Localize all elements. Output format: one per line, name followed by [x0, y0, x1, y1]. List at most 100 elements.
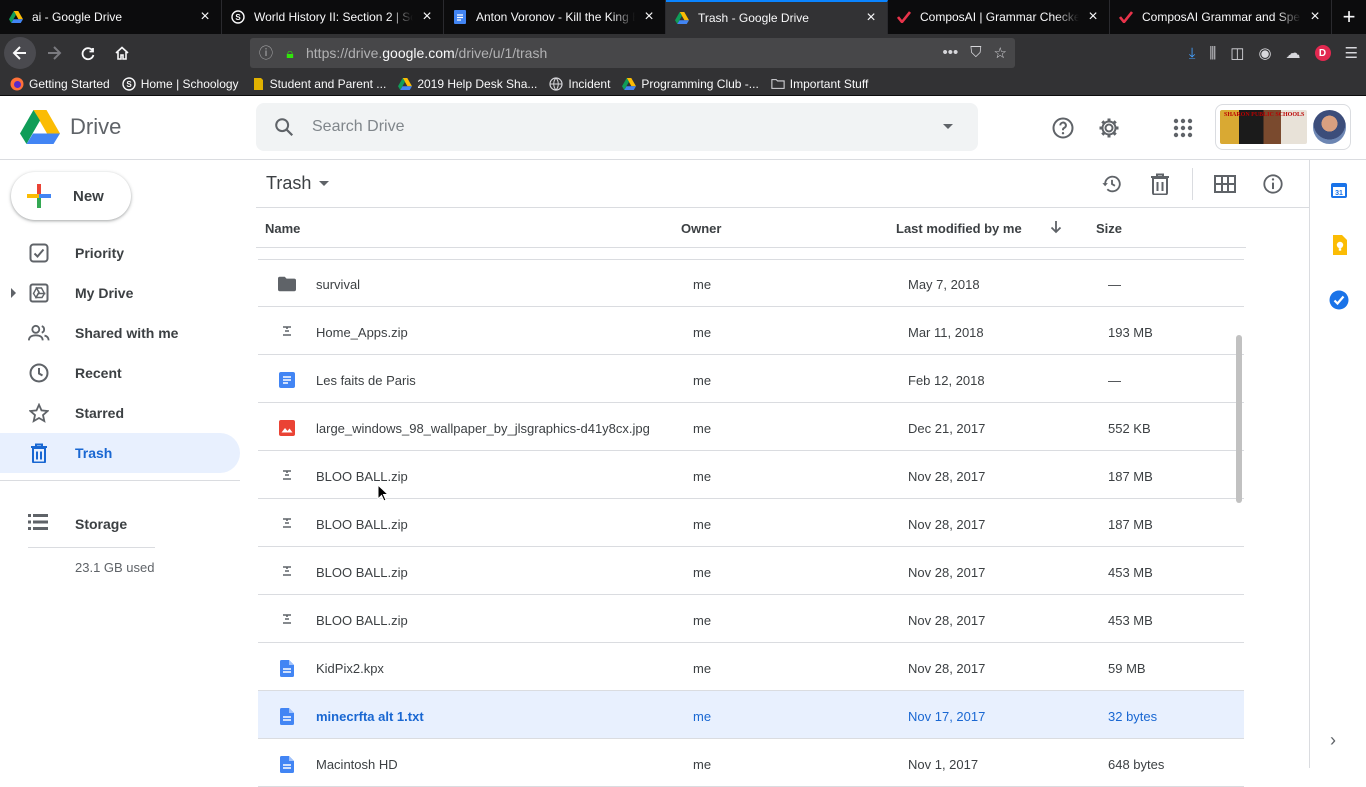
close-icon[interactable]: ×: [197, 8, 213, 26]
apps-grid-icon[interactable]: [1167, 112, 1199, 144]
sidebar-item-priority[interactable]: Priority: [0, 233, 240, 273]
browser-tab[interactable]: ComposAI Grammar and Spell Checker ×: [1110, 0, 1332, 34]
sidebar-toggle-icon[interactable]: ◫: [1230, 44, 1244, 62]
breadcrumb[interactable]: Trash: [266, 173, 330, 194]
new-tab-button[interactable]: +: [1332, 0, 1366, 34]
table-row[interactable]: minecrfta alt 1.txt me Nov 17, 2017 32 byte…: [258, 691, 1244, 739]
bookmark-label: Programming Club -...: [641, 76, 759, 91]
column-header-modified[interactable]: Last modified by me: [896, 221, 1022, 236]
search-input[interactable]: [312, 118, 918, 136]
avatar[interactable]: [1312, 110, 1346, 144]
toolbar-divider: [1192, 168, 1193, 200]
forward-button[interactable]: [38, 37, 70, 69]
sort-arrow-down-icon[interactable]: [1049, 220, 1063, 237]
new-button[interactable]: New: [11, 172, 131, 220]
file-name: Home_Apps.zip: [316, 325, 408, 340]
browser-tab[interactable]: Anton Voronov - Kill the King EP ×: [444, 0, 666, 34]
browser-tab[interactable]: S World History II: Section 2 | Schoology…: [222, 0, 444, 34]
sidebar-item-trash[interactable]: Trash: [0, 433, 240, 473]
browser-tab[interactable]: ComposAI | Grammar Checker ×: [888, 0, 1110, 34]
table-row[interactable]: BLOO BALL.zip me Nov 28, 2017 453 MB: [258, 595, 1244, 643]
close-icon[interactable]: ×: [863, 9, 879, 27]
library-icon[interactable]: ⫼: [1209, 45, 1216, 62]
url-bar[interactable]: ⓘ 🔒︎ https://drive. google.com/drive/u/1/…: [250, 38, 1015, 68]
column-header-owner[interactable]: Owner: [681, 221, 721, 236]
file-modified: Nov 28, 2017: [908, 613, 986, 628]
help-icon[interactable]: [1047, 112, 1079, 144]
svg-text:S: S: [235, 13, 241, 22]
close-icon[interactable]: ×: [1307, 8, 1323, 26]
column-header-name[interactable]: Name: [265, 221, 300, 236]
expand-arrow-icon[interactable]: [11, 288, 16, 298]
search-icon[interactable]: [256, 116, 312, 138]
page-actions-icon[interactable]: •••: [943, 44, 959, 62]
sidebar-item-my-drive[interactable]: My Drive: [0, 273, 240, 313]
bookmark-item[interactable]: S Home | Schoology: [122, 77, 239, 91]
table-row[interactable]: Home_Apps.zip me Mar 11, 2018 193 MB: [258, 307, 1244, 355]
profile-badge[interactable]: D: [1314, 45, 1331, 61]
menu-hamburger-icon[interactable]: ☰: [1345, 44, 1358, 62]
sidebar-item-shared-with-me[interactable]: Shared with me: [0, 313, 240, 353]
file-owner: me: [693, 661, 712, 676]
browser-tab[interactable]: Trash - Google Drive ×: [666, 0, 888, 34]
pocket-icon[interactable]: ⛉: [970, 44, 981, 62]
file-size: 193 MB: [1108, 325, 1153, 340]
bookmark-item[interactable]: Incident: [549, 77, 610, 91]
restore-history-icon[interactable]: [1100, 172, 1124, 196]
tasks-check-icon[interactable]: [1329, 290, 1349, 310]
delete-forever-icon[interactable]: [1148, 172, 1172, 196]
account-switcher[interactable]: SHARON PUBLIC SCHOOLS: [1215, 104, 1351, 150]
tab-title: ComposAI | Grammar Checker: [920, 10, 1079, 24]
search-bar[interactable]: [256, 103, 978, 151]
close-icon[interactable]: ×: [1085, 8, 1101, 26]
reload-button[interactable]: [72, 37, 104, 69]
account-circle-icon[interactable]: ◉: [1258, 44, 1271, 62]
scrollbar-thumb[interactable]: [1236, 335, 1242, 503]
info-icon[interactable]: ⓘ: [258, 43, 274, 63]
info-details-icon[interactable]: [1261, 172, 1285, 196]
bookmark-item[interactable]: Getting Started: [10, 77, 110, 91]
folder-icon: [771, 77, 785, 91]
table-row[interactable]: BLOO BALL.zip me Nov 28, 2017 187 MB: [258, 451, 1244, 499]
bookmarks-bar: Getting Started S Home | Schoology Student …: [0, 72, 1366, 96]
home-button[interactable]: [106, 37, 138, 69]
storage-label: Storage: [75, 515, 128, 532]
close-icon[interactable]: ×: [419, 8, 435, 26]
bookmark-item[interactable]: 2019 Help Desk Sha...: [398, 77, 537, 91]
bookmark-label: 2019 Help Desk Sha...: [417, 76, 538, 91]
browser-tab[interactable]: ai - Google Drive ×: [0, 0, 222, 34]
close-icon[interactable]: ×: [641, 8, 657, 26]
grid-view-icon[interactable]: [1213, 172, 1237, 196]
extension-icon[interactable]: ☁: [1286, 44, 1301, 62]
sidebar-item-starred[interactable]: Starred: [0, 393, 240, 433]
tab-title: World History II: Section 2 | Schoology: [254, 10, 413, 24]
table-row[interactable]: Les faits de Paris me Feb 12, 2018 —: [258, 355, 1244, 403]
table-row[interactable]: Macintosh HD me Nov 1, 2017 648 bytes: [258, 739, 1244, 787]
storage-section[interactable]: Storage 23.1 GB used: [28, 500, 155, 575]
main-toolbar: Trash: [256, 160, 1309, 208]
settings-gear-icon[interactable]: [1093, 112, 1125, 144]
table-row[interactable]: BLOO BALL.zip me Nov 28, 2017 453 MB: [258, 547, 1244, 595]
calendar-icon[interactable]: 31: [1329, 180, 1349, 200]
bookmark-item[interactable]: Important Stuff: [771, 77, 868, 91]
keep-bulb-icon[interactable]: [1329, 235, 1349, 255]
bookmark-item[interactable]: Student and Parent ...: [251, 77, 386, 91]
lock-icon: 🔒︎: [286, 44, 294, 61]
back-button[interactable]: [4, 37, 36, 69]
search-options-icon[interactable]: [918, 123, 978, 131]
sidebar-item-label: My Drive: [75, 285, 134, 301]
download-icon[interactable]: ⤓: [1189, 45, 1196, 62]
chevron-right-icon[interactable]: ›: [1330, 730, 1336, 751]
table-row[interactable]: KidPix2.kpx me Nov 28, 2017 59 MB: [258, 643, 1244, 691]
bookmark-item[interactable]: Programming Club -...: [622, 76, 759, 91]
table-row[interactable]: large_windows_98_wallpaper_by_jlsgraphic…: [258, 403, 1244, 451]
url-path: /drive/u/1/trash: [454, 45, 548, 61]
sidebar-item-recent[interactable]: Recent: [0, 353, 240, 393]
docs-icon: [452, 9, 468, 25]
drive-logo[interactable]: Drive: [20, 110, 121, 144]
bookmark-star-icon[interactable]: ☆: [994, 44, 1007, 62]
table-row[interactable]: survival me May 7, 2018 —: [258, 259, 1244, 307]
browser-toolbar-right: ⤓ ⫼ ◫ ◉ ☁ D ☰: [1189, 34, 1358, 72]
column-header-size[interactable]: Size: [1096, 221, 1122, 236]
table-row[interactable]: BLOO BALL.zip me Nov 28, 2017 187 MB: [258, 499, 1244, 547]
